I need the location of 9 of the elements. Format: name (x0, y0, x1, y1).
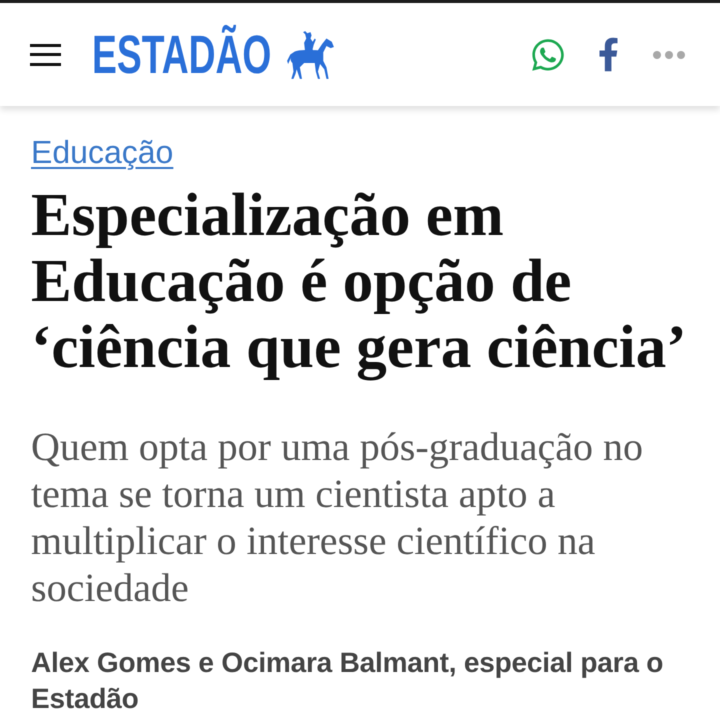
horse-rider-icon (286, 30, 335, 80)
article-headline: Especialização em Educação é opção de ‘ciência que gera ciência’ (31, 183, 688, 381)
article-subtitle: Quem opta por uma pós-graduação no tema se torna um cientista apto a multiplicar o interesse científico na sociedade (31, 423, 644, 611)
article-byline: Alex Gomes e Ocimara Balmant, especial para o Estadão (31, 646, 664, 716)
menu-icon[interactable] (30, 44, 61, 66)
section-link[interactable]: Educação (31, 133, 174, 171)
site-logo[interactable]: ESTADÃO (92, 22, 272, 86)
whatsapp-share-icon[interactable] (530, 36, 566, 72)
facebook-share-icon[interactable] (598, 37, 619, 72)
